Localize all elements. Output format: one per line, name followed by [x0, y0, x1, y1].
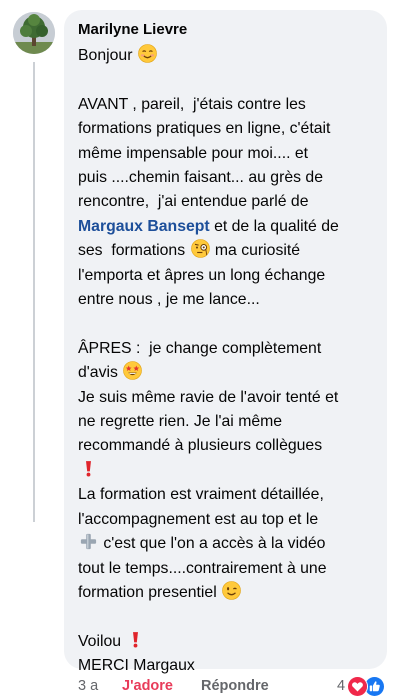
comment-text-run: MERCI Margaux [78, 657, 195, 675]
comment-text-run: rencontre, j'ai entendue parlé de [78, 193, 309, 211]
comment-line: entre nous , je me lance... [78, 288, 373, 312]
comment-paragraph: Voilou MERCI Margaux [78, 630, 373, 679]
comment-bubble: Marilyne Lievre Bonjour AVANT , pareil, … [64, 10, 387, 674]
monocle-face-emoji [190, 239, 210, 259]
comment-line: rencontre, j'ai entendue parlé de [78, 190, 373, 214]
exclamation-emoji [79, 459, 98, 478]
comment-line: même impensable pour moi.... et [78, 142, 373, 166]
reaction-button[interactable]: J'adore [122, 677, 173, 695]
comment-line: puis ....chemin faisant... au grès de [78, 166, 373, 190]
comment-timestamp[interactable]: 3 a [78, 677, 98, 695]
exclamation-emoji [126, 630, 145, 649]
comment-paragraph: AVANT , pareil, j'étais contre les format… [78, 93, 373, 313]
comment-text-run: entre nous , je me lance... [78, 291, 260, 309]
comment-line: Je suis même ravie de l'avoir tenté et [78, 386, 373, 410]
comment-text-run: formations pratiques en ligne, c'était [78, 120, 331, 138]
comment-line: c'est que l'on a accès à la vidéo [78, 532, 373, 556]
comment-text-run: ÂPRES : je change complètement [78, 339, 322, 357]
comment-text-run: d'avis [78, 364, 123, 382]
heart-reaction-icon [347, 676, 368, 697]
comment-paragraph: Bonjour [78, 44, 373, 68]
reaction-count[interactable]: 4 [337, 677, 345, 695]
comment-text-run: Bonjour [78, 47, 137, 64]
comment-line: Voilou [78, 630, 373, 654]
comment-actions: 3 a J'adore Répondre 4 [78, 676, 388, 697]
comment-thread: Marilyne Lievre Bonjour AVANT , pareil, … [0, 0, 400, 700]
comment-line: Margaux Bansept et de la qualité de [78, 215, 373, 239]
comment-text-run: puis ....chemin faisant... au grès de [78, 169, 323, 187]
plus-emoji [79, 532, 98, 551]
winking-face-emoji [222, 581, 241, 600]
comment-text-run: Voilou [78, 632, 126, 650]
comment-author[interactable]: Marilyne Lievre [78, 20, 373, 40]
comment-line: l'emporta et âpres un long échange [78, 264, 373, 288]
comment-text-run: Je suis même ravie de l'avoir tenté et [78, 388, 339, 406]
comment-text-run: et de la qualité de [209, 217, 339, 235]
comment-text-run: ses formations [78, 242, 190, 260]
comment-line: recommandé à plusieurs collègues [78, 434, 373, 458]
comment-text-run: ma curiosité [210, 242, 301, 260]
reaction-summary[interactable] [347, 676, 387, 697]
comment-line: formations pratiques en ligne, c'était [78, 117, 373, 141]
comment-text: Bonjour AVANT , pareil, j'étais contre l… [78, 44, 373, 679]
comment-line: ne regrette rien. Je l'ai même [78, 410, 373, 434]
comment-line: d'avis [78, 361, 373, 385]
comment-text-run: tout le temps....contrairement à une [78, 559, 327, 577]
comment-text-run: formation presentiel [78, 583, 222, 601]
comment-text-run: ne regrette rien. Je l'ai même [78, 413, 283, 431]
thread-line [33, 62, 35, 522]
comment-paragraph: ÂPRES : je change complètement d'avis Je … [78, 337, 373, 605]
comment-text-run: l'accompagnement est au top et le [78, 510, 319, 528]
comment-line: l'accompagnement est au top et le [78, 508, 373, 532]
comment-line [78, 459, 373, 483]
comment-line: ÂPRES : je change complètement [78, 337, 373, 361]
comment-line: La formation est vraiment détaillée, [78, 483, 373, 507]
avatar[interactable] [13, 12, 55, 54]
comment-text-run: La formation est vraiment détaillée, [78, 486, 324, 504]
comment-text-run: recommandé à plusieurs collègues [78, 437, 323, 455]
comment-text-run: l'emporta et âpres un long échange [78, 266, 326, 284]
reply-button[interactable]: Répondre [201, 677, 269, 695]
comment-text-run: c'est que l'on a accès à la vidéo [99, 535, 326, 553]
comment-line: MERCI Margaux [78, 654, 373, 678]
star-struck-emoji [123, 361, 143, 381]
mention-link[interactable]: Margaux Bansept [78, 218, 210, 235]
comment-text-run: même impensable pour moi.... et [78, 144, 309, 162]
comment-line: Bonjour [78, 44, 373, 68]
comment-line: AVANT , pareil, j'étais contre les [78, 93, 373, 117]
comment-line: formation presentiel [78, 581, 373, 605]
comment-line: tout le temps....contrairement à une [78, 557, 373, 581]
smiling-face-emoji [138, 44, 157, 63]
comment-line: ses formations ma curiosité [78, 239, 373, 263]
comment-text-run: AVANT , pareil, j'étais contre les [78, 95, 306, 113]
